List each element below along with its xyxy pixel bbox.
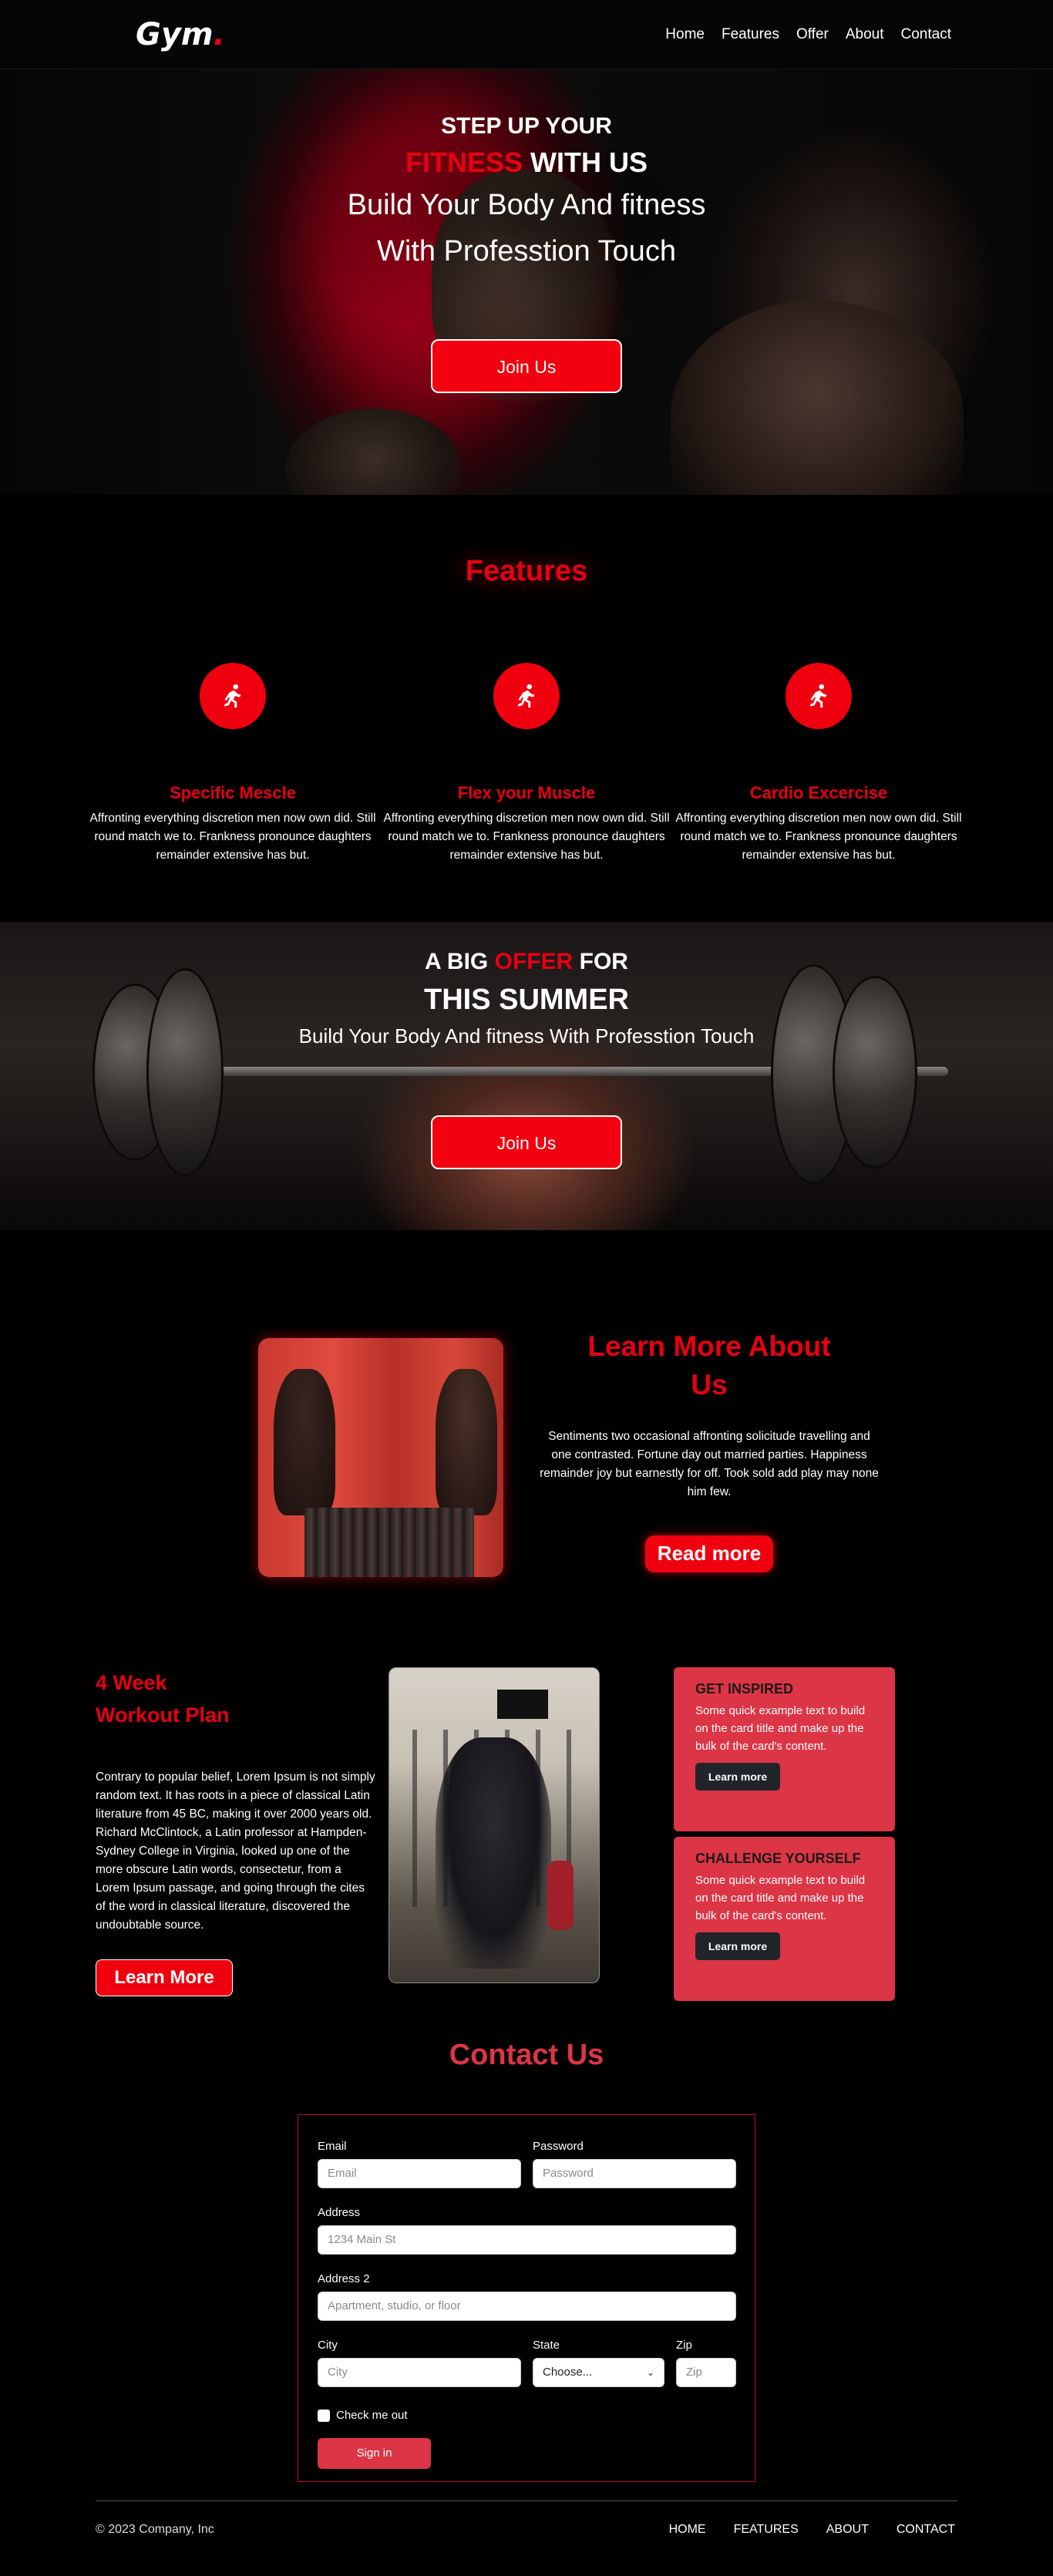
hero-heading-line2: FITNESS WITH US — [405, 146, 648, 178]
feature-title: Specific Mescle — [170, 783, 296, 802]
nav-links: Home Features Offer About Contact — [665, 26, 951, 43]
workout-image-leg-sleeve — [547, 1861, 574, 1930]
card-text: Some quick example text to build on the … — [695, 1874, 866, 1922]
workout-image-tv — [497, 1690, 548, 1719]
workout-image-person — [436, 1737, 551, 1969]
address2-field[interactable]: Apartment, studio, or floor — [318, 2292, 736, 2321]
read-more-button[interactable]: Read more — [645, 1535, 773, 1572]
card-title: CHALLENGE YOURSELF — [695, 1851, 861, 1866]
runner-icon — [200, 663, 266, 729]
feature-text: Affronting everything discretion men now… — [675, 812, 962, 862]
footer-home-link[interactable]: HOME — [669, 2523, 706, 2537]
card-text: Some quick example text to build on the … — [695, 1704, 866, 1753]
learn-more-button[interactable]: Learn More — [96, 1959, 233, 1996]
address2-group: Address 2 Apartment, studio, or floor — [318, 2272, 736, 2321]
runner-icon — [493, 663, 560, 729]
about-image-person-left — [274, 1369, 335, 1515]
copyright: © 2023 Company, Inc — [96, 2523, 214, 2536]
email-field[interactable]: Email — [318, 2159, 521, 2188]
about-image-dumbbell-rack — [304, 1508, 474, 1577]
offer-join-button[interactable]: Join Us — [431, 1115, 622, 1169]
hero-subheading-line2: With Professtion Touch — [377, 235, 676, 267]
feature-text: Affronting everything discretion men now… — [89, 812, 376, 862]
feature-card: Flex your Muscle Affronting everything d… — [380, 663, 673, 865]
city-label: City — [318, 2339, 338, 2352]
address-group: Address 1234 Main St — [318, 2206, 736, 2255]
hero-heading-line1: STEP UP YOUR — [441, 113, 612, 139]
feature-title: Flex your Muscle — [457, 783, 596, 802]
offer-section: A BIG OFFER FOR THIS SUMMER Build Your B… — [0, 922, 1053, 1230]
city-group: City City — [318, 2339, 521, 2387]
navbar: Gym. Home Features Offer About Contact — [0, 0, 1053, 69]
sign-in-button[interactable]: Sign in — [318, 2438, 431, 2469]
card-learn-more-button[interactable]: Learn more — [695, 1932, 780, 1960]
email-group: Email Email — [318, 2140, 521, 2188]
card-title: GET INSPIRED — [695, 1681, 794, 1697]
offer-heading-line1: A BIG OFFER FOR — [425, 949, 628, 974]
state-select[interactable]: Choose... ⌄ — [533, 2358, 664, 2387]
challenge-card: CHALLENGE YOURSELF Some quick example te… — [674, 1837, 895, 2001]
state-group: State Choose... ⌄ — [533, 2339, 664, 2387]
address-label: Address — [318, 2206, 361, 2219]
feature-card: Specific Mescle Affronting everything di… — [86, 663, 379, 865]
offer-text: A BIG OFFER FOR THIS SUMMER Build Your B… — [0, 945, 1053, 1051]
email-label: Email — [318, 2140, 347, 2153]
hero-join-button[interactable]: Join Us — [431, 339, 622, 393]
offer-subheading: Build Your Body And fitness With Profess… — [298, 1024, 755, 1048]
about-text: Learn More About Us Sentiments two occasi… — [540, 1327, 879, 1572]
hero-subheading-line1: Build Your Body And fitness — [347, 189, 706, 221]
password-label: Password — [533, 2140, 584, 2153]
address2-label: Address 2 — [318, 2272, 370, 2285]
feature-card: Cardio Excercise Affronting everything d… — [672, 663, 965, 865]
workout-title: 4 Week Workout Plan — [96, 1671, 230, 1727]
inspire-card: GET INSPIRED Some quick example text to … — [674, 1667, 895, 1831]
zip-label: Zip — [676, 2339, 692, 2352]
runner-icon — [786, 663, 852, 729]
nav-home-link[interactable]: Home — [665, 26, 705, 43]
contact-title: Contact Us — [449, 2039, 604, 2071]
nav-about-link[interactable]: About — [846, 26, 884, 43]
check-me-out: Check me out — [318, 2409, 408, 2422]
footer-about-link[interactable]: ABOUT — [826, 2523, 869, 2537]
about-image-person-right — [436, 1369, 497, 1515]
zip-group: Zip Zip — [676, 2339, 736, 2387]
workout-image — [389, 1667, 600, 1983]
footer-links: HOME FEATURES ABOUT CONTACT — [669, 2523, 955, 2537]
workout-body: Contrary to popular belief, Lorem Ipsum … — [96, 1771, 375, 1932]
zip-field[interactable]: Zip — [676, 2358, 736, 2387]
logo[interactable]: Gym. — [136, 17, 225, 52]
footer-features-link[interactable]: FEATURES — [734, 2523, 799, 2537]
check-me-out-label: Check me out — [336, 2409, 408, 2422]
footer-divider — [96, 2500, 957, 2501]
feature-title: Cardio Excercise — [749, 783, 888, 802]
card-learn-more-button[interactable]: Learn more — [695, 1763, 780, 1791]
feature-text: Affronting everything discretion men now… — [383, 812, 670, 862]
hero-text: STEP UP YOUR FITNESS WITH US Build Your … — [0, 109, 1053, 274]
city-field[interactable]: City — [318, 2358, 521, 2387]
footer-contact-link[interactable]: CONTACT — [897, 2523, 955, 2537]
contact-form: Email Email Password Password Address 12… — [298, 2114, 755, 2482]
chevron-down-icon: ⌄ — [646, 2367, 654, 2378]
hero-section: STEP UP YOUR FITNESS WITH US Build Your … — [0, 69, 1053, 495]
offer-heading-line2: THIS SUMMER — [424, 984, 629, 1016]
password-group: Password Password — [533, 2140, 736, 2188]
nav-offer-link[interactable]: Offer — [796, 26, 829, 43]
address-field[interactable]: 1234 Main St — [318, 2225, 736, 2255]
password-field[interactable]: Password — [533, 2159, 736, 2188]
features-title: Features — [465, 555, 588, 587]
about-body: Sentiments two occasional affronting sol… — [540, 1430, 879, 1498]
nav-features-link[interactable]: Features — [722, 26, 779, 43]
nav-contact-link[interactable]: Contact — [901, 26, 951, 43]
check-me-out-checkbox[interactable] — [318, 2409, 330, 2422]
about-image — [258, 1338, 503, 1577]
about-title: Learn More About Us — [587, 1330, 831, 1401]
state-label: State — [533, 2339, 560, 2352]
